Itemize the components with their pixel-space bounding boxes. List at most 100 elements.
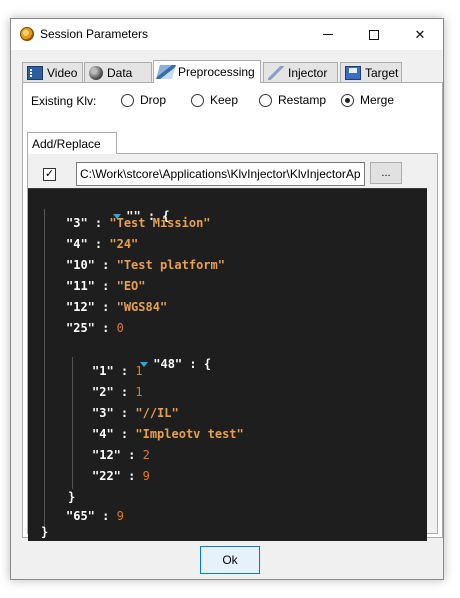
- tab-label: Preprocessing: [178, 65, 255, 79]
- radio-circle[interactable]: [191, 93, 204, 107]
- file-path-input[interactable]: C:\Work\stcore\Applications\KlvInjector\…: [76, 162, 365, 186]
- json-key: "22": [92, 469, 121, 483]
- tab-data[interactable]: Data: [84, 62, 152, 82]
- title-bar: Session Parameters ✕: [11, 19, 443, 50]
- preprocessing-icon: [156, 65, 176, 79]
- video-icon: [27, 65, 43, 80]
- json-key: "65": [66, 509, 95, 523]
- close-button[interactable]: ✕: [397, 19, 443, 50]
- json-value: 2: [142, 448, 150, 462]
- maximize-button[interactable]: [351, 19, 397, 50]
- json-colon: :: [120, 469, 143, 483]
- json-nested-line: "48" : {: [68, 343, 211, 371]
- json-colon: :: [120, 448, 143, 462]
- radio-circle[interactable]: [121, 93, 134, 107]
- tab-label: Injector: [288, 65, 328, 80]
- injector-icon: [268, 65, 284, 80]
- radio-label: Drop: [140, 93, 167, 107]
- json-root-line: "" : {: [41, 195, 170, 223]
- data-icon: [89, 65, 103, 80]
- app-icon: [20, 27, 34, 41]
- minimize-button[interactable]: [305, 19, 351, 50]
- tab-add-replace[interactable]: Add/Replace: [27, 132, 117, 154]
- json-key: "11": [66, 279, 95, 293]
- radio-keep[interactable]: Keep: [191, 93, 238, 107]
- json-tree-view[interactable]: "" : { "3" : "Test Mission" "4" : "24" "…: [28, 188, 427, 541]
- radio-label: Restamp: [278, 93, 327, 107]
- json-entry: "2" : 1: [92, 385, 143, 401]
- preprocessing-panel: Existing Klv: Drop Keep Restamp Merge Ad…: [22, 82, 443, 541]
- tab-label: Data: [107, 65, 133, 80]
- json-colon: :: [94, 279, 117, 293]
- json-root-close: }: [41, 525, 48, 541]
- json-key: "12": [66, 300, 95, 314]
- radio-merge[interactable]: Merge: [341, 93, 394, 107]
- json-entry: "11" : "EO": [66, 279, 146, 295]
- check-mark-icon: ✓: [44, 168, 55, 180]
- tab-label: Target: [365, 65, 399, 80]
- maximize-icon: [369, 29, 379, 40]
- json-key: "3": [66, 216, 88, 230]
- json-colon: :: [113, 364, 136, 378]
- json-colon: :: [94, 509, 117, 523]
- json-colon: :: [113, 385, 136, 399]
- json-key: "48": [153, 357, 183, 371]
- json-entry: "10" : "Test platform": [66, 258, 225, 274]
- json-entry: "3" : "Test Mission": [66, 216, 211, 232]
- json-entry: "25" : 0: [66, 321, 124, 337]
- add-replace-panel: ✓ C:\Work\stcore\Applications\KlvInjecto…: [27, 153, 438, 541]
- json-key: "3": [92, 406, 114, 420]
- json-entry: "4" : "24": [66, 237, 138, 253]
- json-colon: :: [87, 237, 110, 251]
- json-key: "4": [92, 427, 114, 441]
- tab-injector[interactable]: Injector: [263, 62, 338, 82]
- ok-label: Ok: [222, 553, 238, 567]
- json-value: "EO": [116, 279, 146, 293]
- indent-guide: [44, 209, 45, 531]
- tab-label: Video: [47, 65, 78, 80]
- browse-label: ...: [381, 167, 391, 179]
- json-brace: }: [41, 525, 49, 539]
- json-value: "WGS84": [116, 300, 168, 314]
- json-key: "2": [92, 385, 114, 399]
- enable-file-checkbox[interactable]: ✓: [43, 168, 56, 181]
- json-value: 1: [135, 385, 143, 399]
- json-value: 9: [142, 469, 150, 483]
- ok-button[interactable]: Ok: [200, 546, 260, 574]
- subtab-label: Add/Replace: [32, 136, 101, 151]
- json-colon: :: [94, 321, 117, 335]
- json-value: "Test platform": [116, 258, 225, 272]
- json-key: "25": [66, 321, 95, 335]
- json-colon: :: [87, 216, 110, 230]
- radio-drop[interactable]: Drop: [121, 93, 166, 107]
- json-entry: "65" : 9: [66, 509, 124, 525]
- json-colon: :: [113, 406, 136, 420]
- radio-label: Merge: [360, 93, 395, 107]
- radio-circle[interactable]: [341, 93, 354, 107]
- json-value: "24": [109, 237, 139, 251]
- existing-klv-label: Existing Klv:: [31, 94, 97, 108]
- file-path-value: C:\Work\stcore\Applications\KlvInjector\…: [80, 167, 361, 181]
- json-colon: :: [94, 258, 117, 272]
- target-icon: [345, 65, 361, 80]
- json-colon: :: [94, 300, 117, 314]
- json-value: 9: [116, 509, 124, 523]
- tab-preprocessing[interactable]: Preprocessing: [153, 60, 261, 83]
- json-entry: "1" : 1: [92, 364, 143, 380]
- json-brace: }: [68, 490, 76, 504]
- json-nested-close: }: [68, 490, 75, 506]
- tab-video[interactable]: Video: [22, 62, 83, 82]
- close-icon: ✕: [414, 26, 426, 42]
- json-colon: :: [182, 357, 204, 371]
- json-key: "1": [92, 364, 114, 378]
- browse-button[interactable]: ...: [370, 162, 402, 184]
- radio-circle[interactable]: [259, 93, 272, 107]
- json-value: "Impleotv test": [135, 427, 244, 441]
- session-parameters-window: Session Parameters ✕ Video Data Preproce…: [10, 18, 444, 580]
- tab-target[interactable]: Target: [340, 62, 402, 82]
- minimize-icon: [323, 34, 333, 35]
- json-entry: "12" : "WGS84": [66, 300, 167, 316]
- json-colon: :: [113, 427, 136, 441]
- json-value: "//IL": [135, 406, 179, 420]
- radio-restamp[interactable]: Restamp: [259, 93, 326, 107]
